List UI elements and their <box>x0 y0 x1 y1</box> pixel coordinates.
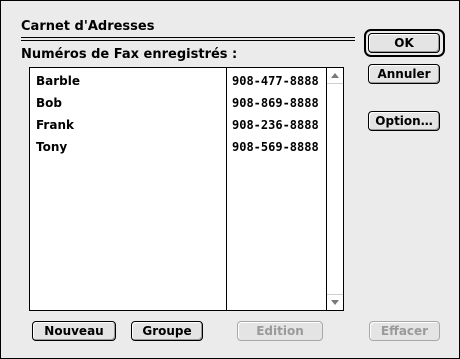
list-item[interactable]: Barble 908-477-8888 <box>30 70 323 92</box>
option-button[interactable]: Option… <box>368 111 440 131</box>
ok-button[interactable]: OK <box>368 33 440 53</box>
contact-name: Barble <box>36 74 81 88</box>
contact-name: Tony <box>36 140 68 154</box>
fax-number: 908-236-8888 <box>232 118 319 132</box>
list-item[interactable]: Bob 908-869-8888 <box>30 92 323 114</box>
fax-number: 908-477-8888 <box>232 74 319 88</box>
group-button[interactable]: Groupe <box>131 321 203 341</box>
list-item[interactable]: Frank 908-236-8888 <box>30 114 323 136</box>
cancel-button[interactable]: Annuler <box>368 64 440 84</box>
contact-name: Bob <box>36 96 62 110</box>
scroll-down-arrow-icon[interactable] <box>327 294 343 310</box>
fax-number: 908-869-8888 <box>232 96 319 110</box>
new-button[interactable]: Nouveau <box>32 321 116 341</box>
edit-button[interactable]: Edition <box>237 321 323 341</box>
fax-number-list[interactable]: Barble 908-477-8888 Bob 908-869-8888 Fra… <box>29 67 344 311</box>
delete-button[interactable]: Effacer <box>369 321 440 341</box>
contact-name: Frank <box>36 118 74 132</box>
list-item[interactable]: Tony 908-569-8888 <box>30 136 323 158</box>
dialog-title: Carnet d'Adresses <box>21 19 155 34</box>
title-divider <box>21 37 355 41</box>
vertical-scrollbar[interactable] <box>326 68 343 310</box>
address-book-dialog: Carnet d'Adresses Numéros de Fax enregis… <box>0 0 460 359</box>
fax-number: 908-569-8888 <box>232 140 319 154</box>
scroll-up-arrow-icon[interactable] <box>327 68 343 84</box>
fax-list-heading: Numéros de Fax enregistrés : <box>21 47 238 62</box>
